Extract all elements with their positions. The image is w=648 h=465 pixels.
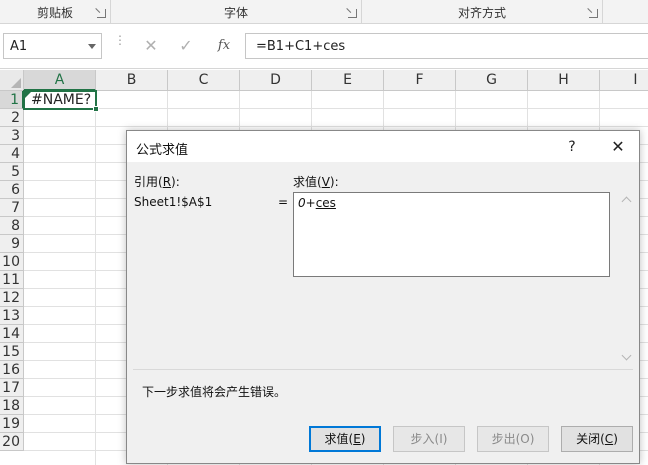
formula-input[interactable]: =B1+C1+ces	[245, 33, 648, 59]
row-header[interactable]: 16	[0, 361, 24, 379]
cell-a1-value: #NAME?	[31, 92, 92, 108]
evaluation-scrollbar[interactable]	[619, 192, 635, 366]
column-header[interactable]: G	[456, 70, 528, 91]
fill-handle[interactable]	[93, 106, 99, 112]
chevron-down-icon[interactable]	[88, 44, 96, 49]
column-header[interactable]: B	[96, 70, 168, 91]
row-header[interactable]: 17	[0, 379, 24, 397]
help-icon[interactable]: ?	[560, 135, 584, 159]
divider	[133, 369, 633, 370]
font-group: 字体	[111, 0, 362, 24]
row-header[interactable]: 9	[0, 235, 24, 253]
evaluation-label: 求值(V):	[293, 173, 339, 190]
row-header[interactable]: 14	[0, 325, 24, 343]
scroll-up-icon[interactable]	[621, 196, 632, 207]
formula-text: =B1+C1+ces	[256, 39, 346, 54]
column-header[interactable]: D	[240, 70, 312, 91]
row-header[interactable]: 1	[0, 91, 24, 109]
row-header[interactable]: 7	[0, 199, 24, 217]
dialog-launcher-icon[interactable]	[97, 9, 106, 18]
insert-function-icon[interactable]: fx	[211, 34, 237, 58]
column-header[interactable]: F	[384, 70, 456, 91]
row-header[interactable]: 6	[0, 181, 24, 199]
scroll-down-icon[interactable]	[621, 350, 632, 361]
row-header[interactable]: 19	[0, 415, 24, 433]
name-box[interactable]: A1	[3, 33, 102, 59]
row-header[interactable]: 15	[0, 343, 24, 361]
evaluation-label-end: ):	[329, 175, 339, 189]
dialog-titlebar[interactable]: 公式求值 ? ✕	[127, 131, 639, 162]
evaluation-plus: +	[305, 196, 316, 210]
reference-label: 引用(R):	[134, 173, 180, 190]
name-box-value: A1	[10, 39, 28, 54]
evaluation-zero: 0	[298, 196, 306, 210]
ribbon-group-bar: 剪贴板 字体 对齐方式	[0, 0, 648, 24]
close-icon[interactable]: ✕	[605, 135, 631, 159]
select-all-button[interactable]	[0, 70, 24, 91]
close-button-key: C	[604, 432, 614, 446]
row-header[interactable]: 20	[0, 433, 24, 451]
step-in-button[interactable]: 步入(I)	[393, 426, 465, 452]
alignment-group-label: 对齐方式	[457, 6, 506, 20]
evaluation-ces: ces	[315, 196, 336, 210]
evaluation-label-key: V	[321, 175, 330, 189]
dialog-title: 公式求值	[136, 143, 189, 158]
dialog-launcher-icon[interactable]	[589, 9, 598, 18]
row-header[interactable]: 4	[0, 145, 24, 163]
row-header[interactable]: 5	[0, 163, 24, 181]
column-header[interactable]: E	[312, 70, 384, 91]
evaluate-button-label: 求值(	[324, 432, 354, 446]
cancel-icon[interactable]: ✕	[138, 34, 164, 58]
column-header[interactable]: I	[600, 70, 648, 91]
row-header[interactable]: 10	[0, 253, 24, 271]
column-header[interactable]: A	[24, 70, 96, 91]
row-header[interactable]: 11	[0, 271, 24, 289]
evaluate-button-key: E	[353, 432, 361, 446]
equals-sign: =	[278, 195, 289, 209]
close-button[interactable]: 关闭(C)	[561, 426, 633, 452]
row-header[interactable]: 3	[0, 127, 24, 145]
status-message: 下一步求值将会产生错误。	[142, 385, 287, 399]
close-button-label: 关闭(	[576, 432, 605, 446]
evaluation-box[interactable]: 0+ces	[293, 192, 610, 277]
font-group-label: 字体	[223, 6, 248, 20]
row-header[interactable]: 2	[0, 109, 24, 127]
clipboard-group: 剪贴板	[0, 0, 111, 24]
enter-icon[interactable]: ✓	[173, 34, 199, 58]
reference-label-end: ):	[171, 175, 180, 189]
step-out-button[interactable]: 步出(O)	[477, 426, 549, 452]
reference-label-text: 引用(	[134, 175, 163, 189]
evaluate-formula-dialog: 公式求值 ? ✕ 引用(R): 求值(V): Sheet1!$A$1 = 0+c…	[126, 130, 640, 464]
column-header[interactable]: H	[528, 70, 600, 91]
evaluate-button-end: )	[360, 432, 366, 446]
dialog-launcher-icon[interactable]	[348, 9, 357, 18]
evaluation-expression: 0+ces	[298, 196, 336, 210]
row-header[interactable]: 13	[0, 307, 24, 325]
formula-bar-row: A1 ⋮ ✕ ✓ fx =B1+C1+ces	[0, 24, 648, 69]
row-header[interactable]: 8	[0, 217, 24, 235]
alignment-group: 对齐方式	[362, 0, 603, 24]
clipboard-group-label: 剪贴板	[36, 6, 73, 20]
more-options-icon[interactable]: ⋮	[114, 34, 126, 46]
row-header[interactable]: 18	[0, 397, 24, 415]
column-header[interactable]: C	[168, 70, 240, 91]
evaluate-button[interactable]: 求值(E)	[309, 426, 381, 452]
row-header[interactable]: 12	[0, 289, 24, 307]
close-button-end: )	[613, 432, 618, 446]
reference-label-key: R	[162, 175, 172, 189]
evaluation-label-text: 求值(	[293, 175, 322, 189]
reference-value: Sheet1!$A$1	[134, 195, 213, 209]
